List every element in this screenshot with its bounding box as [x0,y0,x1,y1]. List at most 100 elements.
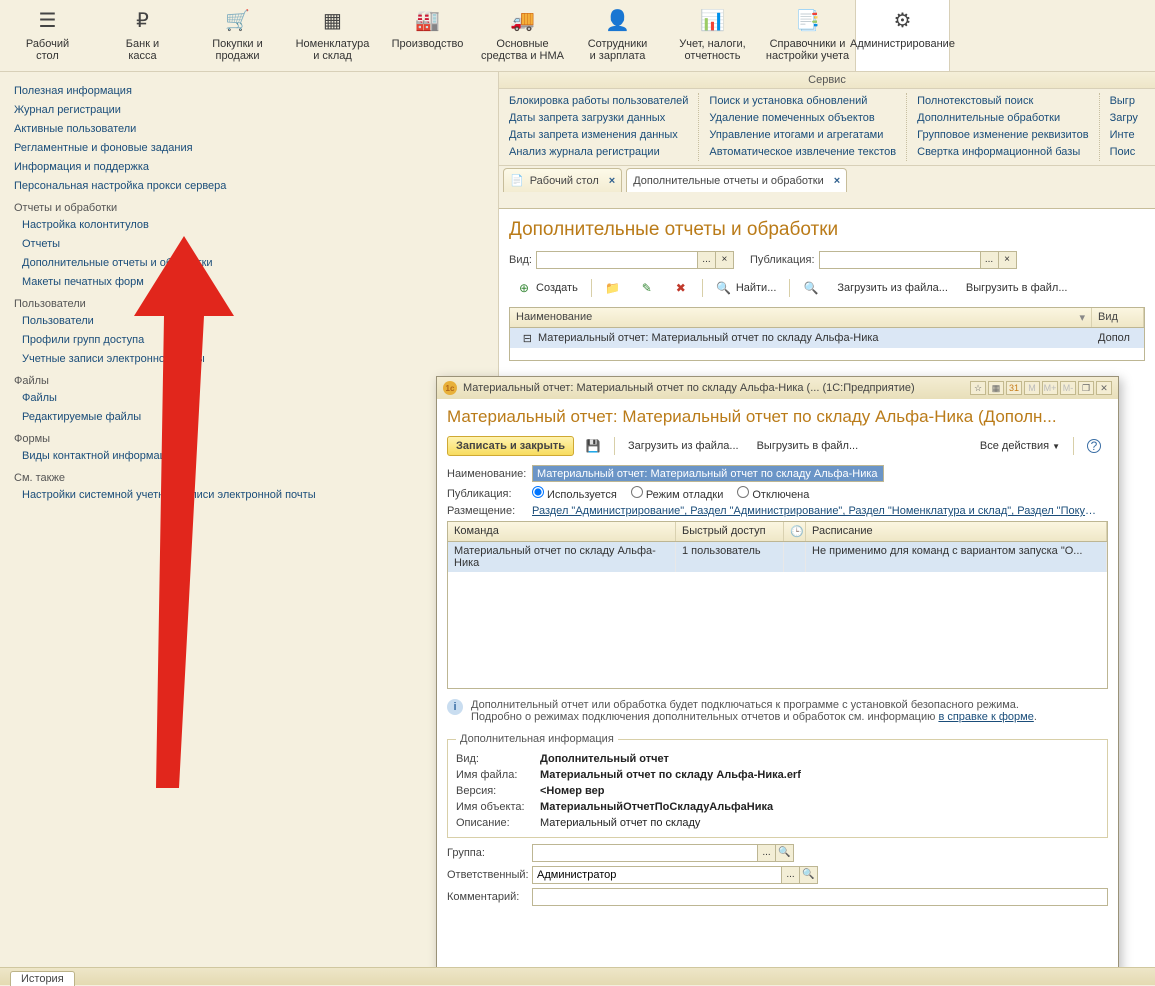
col-name-header[interactable]: Наименование ▾ [510,308,1092,327]
help-button[interactable]: ? [1080,435,1108,457]
section-tab-3[interactable]: ▦Номенклатура и склад [285,0,380,71]
nav-sublink[interactable]: Настройка колонтитулов [14,216,490,235]
nav-sublink[interactable]: Учетные записи электронной почты [14,350,490,369]
section-tab-2[interactable]: 🛒Покупки и продажи [190,0,285,71]
window-tab-1[interactable]: Дополнительные отчеты и обработки× [626,168,847,192]
nav-sublink[interactable]: Отчеты [14,235,490,254]
responsible-select-button[interactable]: ... [781,867,799,883]
group-lookup-button[interactable]: 🔍 [775,845,793,861]
window-tab-0[interactable]: 📄Рабочий стол× [503,168,622,192]
pub-filter[interactable]: ... × [819,251,1017,269]
access-header[interactable]: Быстрый доступ [676,522,784,541]
group-input[interactable] [533,845,757,861]
service-link[interactable]: Даты запрета загрузки данных [509,110,688,127]
service-link[interactable]: Автоматическое извлечение текстов [709,144,896,161]
find-button[interactable]: 🔍 Найти... [709,277,784,299]
schedule-header[interactable]: Расписание [806,522,1107,541]
titlebar-m-button[interactable]: M [1024,381,1040,395]
service-link[interactable]: Анализ журнала регистрации [509,144,688,161]
titlebar-mplus-button[interactable]: M+ [1042,381,1058,395]
responsible-input[interactable] [533,867,781,883]
nav-sublink[interactable]: Макеты печатных форм [14,273,490,292]
load-from-file-button[interactable]: Загрузить из файла... [830,277,955,299]
vid-input[interactable] [537,252,697,268]
edit-button[interactable]: ✎ [632,277,662,299]
service-link[interactable]: Выгр [1110,93,1138,110]
titlebar-close-icon[interactable]: ✕ [1096,381,1112,395]
pub-clear-button[interactable]: × [998,252,1016,268]
pub-radio-used[interactable] [532,486,544,498]
commands-grid[interactable]: Команда Быстрый доступ 🕒 Расписание Мате… [447,521,1108,689]
section-tab-6[interactable]: 👤Сотрудники и зарплата [570,0,665,71]
name-input[interactable] [532,465,884,482]
section-tab-8[interactable]: 📑Справочники и настройки учета [760,0,855,71]
folder-button[interactable]: 📁 [598,277,628,299]
cmd-header[interactable]: Команда [448,522,676,541]
group-select-button[interactable]: ... [757,845,775,861]
tab-close-icon[interactable]: × [609,175,615,187]
responsible-lookup-button[interactable]: 🔍 [799,867,817,883]
clear-find-button[interactable]: 🔍 [796,277,826,299]
service-link[interactable]: Блокировка работы пользователей [509,93,688,110]
section-tab-0[interactable]: ☰Рабочий стол [0,0,95,71]
section-tab-9[interactable]: ⚙Администрирование [855,0,950,71]
placement-link[interactable]: Раздел "Администрирование", Раздел "Адми… [532,505,1097,517]
nav-sublink[interactable]: Файлы [14,389,490,408]
titlebar-mminus-button[interactable]: M- [1060,381,1076,395]
commands-grid-row[interactable]: Материальный отчет по складу Альфа-Ника … [448,542,1107,572]
service-link[interactable]: Поис [1110,144,1138,161]
titlebar-calendar-icon[interactable]: 31 [1006,381,1022,395]
group-field[interactable]: ... 🔍 [532,844,794,862]
service-link[interactable]: Свертка информационной базы [917,144,1088,161]
info-help-link[interactable]: в справке к форме [938,711,1033,723]
modal-titlebar[interactable]: 1c Материальный отчет: Материальный отче… [437,377,1118,399]
save-and-close-button[interactable]: Записать и закрыть [447,436,574,456]
titlebar-star-icon[interactable]: ☆ [970,381,986,395]
titlebar-calc-icon[interactable]: ▦ [988,381,1004,395]
pub-opt-2[interactable]: Режим отладки [631,486,724,501]
nav-sublink[interactable]: Пользователи [14,312,490,331]
export-to-file-button[interactable]: Выгрузить в файл... [959,277,1075,299]
comment-field[interactable] [532,888,1108,906]
service-link[interactable]: Поиск и установка обновлений [709,93,896,110]
nav-sublink[interactable]: Настройки системной учетной записи элект… [14,486,490,505]
pub-radio-debug[interactable] [631,486,643,498]
nav-link[interactable]: Полезная информация [14,82,490,101]
nav-sublink[interactable]: Виды контактной информации [14,447,490,466]
pub-select-button[interactable]: ... [980,252,998,268]
responsible-field[interactable]: ... 🔍 [532,866,818,884]
service-link[interactable]: Полнотекстовый поиск [917,93,1088,110]
create-button[interactable]: ⊕ Создать [509,277,585,299]
service-link[interactable]: Дополнительные обработки [917,110,1088,127]
vid-clear-button[interactable]: × [715,252,733,268]
clock-header[interactable]: 🕒 [784,522,806,541]
titlebar-restore-icon[interactable]: ❐ [1078,381,1094,395]
delete-button[interactable]: ✖ [666,277,696,299]
vid-select-button[interactable]: ... [697,252,715,268]
grid-row[interactable]: ⊟ Материальный отчет: Материальный отчет… [510,328,1144,348]
section-tab-1[interactable]: ₽Банк и касса [95,0,190,71]
nav-link[interactable]: Журнал регистрации [14,101,490,120]
reports-grid[interactable]: Наименование ▾ Вид ⊟ Материальный отчет:… [509,307,1145,361]
nav-sublink[interactable]: Редактируемые файлы [14,408,490,427]
nav-link[interactable]: Персональная настройка прокси сервера [14,177,490,196]
modal-load-button[interactable]: Загрузить из файла... [621,435,746,457]
service-link[interactable]: Загру [1110,110,1138,127]
pub-radio-off[interactable] [737,486,749,498]
tab-close-icon[interactable]: × [834,175,840,187]
all-actions-button[interactable]: Все действия ▼ [973,435,1067,457]
pub-opt-3[interactable]: Отключена [737,486,809,501]
vid-filter[interactable]: ... × [536,251,734,269]
service-link[interactable]: Групповое изменение реквизитов [917,127,1088,144]
history-tab[interactable]: История [10,971,75,986]
comment-input[interactable] [533,889,1107,905]
service-link[interactable]: Даты запрета изменения данных [509,127,688,144]
nav-sublink[interactable]: Дополнительные отчеты и обработки [14,254,490,273]
section-tab-7[interactable]: 📊Учет, налоги, отчетность [665,0,760,71]
save-button[interactable]: 💾 [578,435,608,457]
section-tab-4[interactable]: 🏭Производство [380,0,475,71]
nav-link[interactable]: Информация и поддержка [14,158,490,177]
modal-export-button[interactable]: Выгрузить в файл... [750,435,866,457]
nav-sublink[interactable]: Профили групп доступа [14,331,490,350]
section-tab-5[interactable]: 🚚Основные средства и НМА [475,0,570,71]
